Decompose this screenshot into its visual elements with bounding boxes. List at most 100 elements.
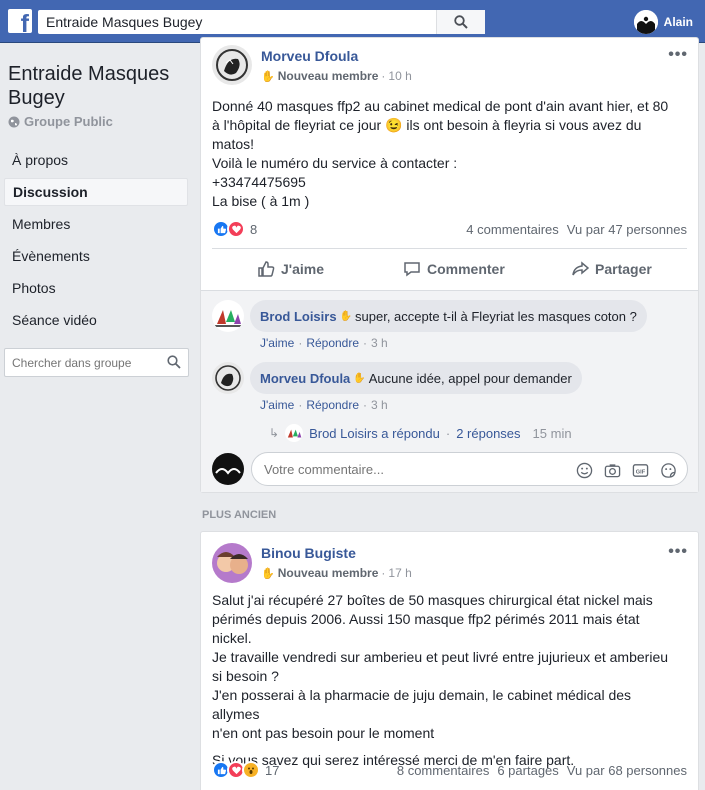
reply-count[interactable]: 2 réponses: [456, 426, 520, 441]
emoji-icon[interactable]: [575, 461, 593, 479]
sidebar-item-photos[interactable]: Photos: [4, 274, 188, 302]
separator: ·: [381, 69, 386, 83]
post-text-line: J'en posserai à la pharmacie de juju dem…: [212, 687, 632, 722]
wow-reaction-icon: [242, 761, 260, 779]
views-count[interactable]: Vu par 47 personnes: [567, 222, 687, 237]
search-icon[interactable]: [167, 355, 181, 369]
member-badge: Nouveau membre: [277, 69, 379, 83]
group-privacy: Groupe Public: [8, 114, 113, 129]
comment-text: super, accepte t-il à Fleyriat les masqu…: [355, 308, 637, 324]
sidebar-item-membres[interactable]: Membres: [4, 210, 188, 238]
post-meta: ✋ Nouveau membre · 10 h: [261, 69, 412, 83]
profile-link[interactable]: Alain: [633, 10, 693, 34]
shares-count[interactable]: 6 partages: [497, 763, 558, 778]
replier-avatar: [285, 424, 304, 442]
replies-summary[interactable]: ↳ Brod Loisirs a répondu · 2 réponses 15…: [269, 424, 572, 442]
comment-actions: J'aime · Répondre · 3 h: [260, 398, 388, 412]
comment-author[interactable]: Morveu Dfoula: [260, 371, 350, 386]
facebook-logo-icon[interactable]: f: [8, 9, 32, 33]
more-options-icon[interactable]: •••: [668, 544, 688, 560]
sidebar-item-label: Séance vidéo: [12, 312, 97, 328]
post-time[interactable]: 10 h: [388, 69, 411, 83]
post-text-line: n'en ont pas besoin pour le moment: [212, 725, 435, 741]
comment-like-link[interactable]: J'aime: [260, 336, 294, 350]
group-search-box: [4, 348, 189, 377]
sidebar-item-label: Évènements: [12, 248, 90, 264]
reply-time: 15 min: [532, 425, 572, 441]
post-stats: 8 commentaires 6 partages Vu par 68 pers…: [397, 763, 687, 778]
sidebar-item-a-propos[interactable]: À propos: [4, 146, 188, 174]
comment-bubble: Brod Loisirs ✋ super, accepte t-il à Fle…: [250, 300, 647, 332]
post-meta: ✋ Nouveau membre · 17 h: [261, 566, 412, 580]
reply-arrow-icon: ↳: [269, 426, 280, 440]
sidebar-item-label: À propos: [12, 152, 69, 168]
sidebar-item-label: Membres: [12, 216, 71, 232]
commenter-avatar[interactable]: [212, 300, 244, 332]
post-card: Binou Bugiste ✋ Nouveau membre · 17 h ••…: [200, 531, 699, 790]
wave-icon: ✋: [353, 372, 366, 384]
post-text-line: à l'hôpital de fleyriat ce jour 😉 ils on…: [212, 117, 642, 133]
like-button[interactable]: J'aime: [257, 260, 324, 278]
comment-text: Aucune idée, appel pour demander: [368, 370, 572, 386]
reactions-summary[interactable]: 17: [212, 761, 279, 779]
comment-composer: GIF: [251, 452, 688, 486]
sticker-icon[interactable]: [659, 461, 677, 479]
sidebar-item-evenements[interactable]: Évènements: [4, 242, 188, 270]
search-input[interactable]: [38, 10, 428, 34]
reaction-count: 17: [265, 762, 280, 778]
comment-reply-link[interactable]: Répondre: [306, 398, 359, 412]
share-icon: [572, 261, 589, 276]
post-time[interactable]: 17 h: [388, 566, 411, 580]
search-button[interactable]: [436, 10, 485, 34]
group-title[interactable]: Entraide Masques Bugey: [8, 62, 193, 110]
post-author-name[interactable]: Binou Bugiste: [261, 545, 356, 561]
comment-like-link[interactable]: J'aime: [260, 398, 294, 412]
post-text-line: si besoin ?: [212, 668, 279, 684]
comment-label: Commenter: [427, 261, 505, 277]
commenter-avatar[interactable]: [212, 362, 244, 394]
comment-time[interactable]: 3 h: [371, 336, 388, 350]
camera-icon[interactable]: [603, 461, 621, 479]
separator: ·: [363, 336, 368, 350]
post-card: Morveu Dfoula ✋ Nouveau membre · 10 h ••…: [200, 37, 699, 493]
comment-button[interactable]: Commenter: [403, 260, 505, 278]
post-text-line: +33474475695: [212, 174, 306, 190]
gif-icon[interactable]: GIF: [631, 461, 649, 479]
separator: ·: [445, 425, 451, 441]
separator: ·: [381, 566, 386, 580]
author-avatar[interactable]: [212, 543, 252, 583]
reply-author-text[interactable]: Brod Loisirs a répondu: [309, 426, 440, 441]
reactions-summary[interactable]: 8: [212, 220, 257, 238]
sidebar-item-label: Discussion: [13, 184, 88, 200]
more-options-icon[interactable]: •••: [668, 47, 688, 63]
post-body: Salut j'ai récupéré 27 boîtes de 50 masq…: [212, 591, 682, 770]
older-section-label: PLUS ANCIEN: [202, 509, 277, 521]
share-button[interactable]: Partager: [571, 260, 652, 278]
share-label: Partager: [595, 261, 652, 277]
user-avatar: [633, 10, 658, 34]
comment-actions: J'aime · Répondre · 3 h: [260, 336, 388, 350]
like-label: J'aime: [281, 261, 325, 277]
sidebar-item-seance-video[interactable]: Séance vidéo: [4, 306, 188, 334]
wave-icon: ✋: [339, 310, 353, 322]
post-author-name[interactable]: Morveu Dfoula: [261, 48, 358, 64]
comment-reply-link[interactable]: Répondre: [306, 336, 359, 350]
views-count[interactable]: Vu par 68 personnes: [567, 763, 687, 778]
member-badge: Nouveau membre: [277, 566, 379, 580]
comment-author[interactable]: Brod Loisirs: [260, 309, 337, 324]
svg-text:GIF: GIF: [635, 469, 645, 475]
comments-count[interactable]: 4 commentaires: [466, 222, 558, 237]
comments-count[interactable]: 8 commentaires: [397, 763, 489, 778]
wave-icon: ✋: [261, 70, 275, 83]
search-icon: [454, 15, 468, 29]
sidebar-item-discussion[interactable]: Discussion: [4, 178, 188, 206]
post-text-line: nickel.: [212, 630, 252, 646]
globe-icon: [8, 116, 20, 127]
comment-bubble: Morveu Dfoula ✋ Aucune idée, appel pour …: [250, 362, 582, 394]
comment-input[interactable]: [252, 453, 552, 485]
comment-time[interactable]: 3 h: [371, 398, 388, 412]
post-text-line: Voilà le numéro du service à contacter :: [212, 155, 458, 171]
group-search-input[interactable]: [5, 349, 155, 376]
search-bar: [38, 10, 485, 34]
author-avatar[interactable]: [212, 45, 252, 85]
